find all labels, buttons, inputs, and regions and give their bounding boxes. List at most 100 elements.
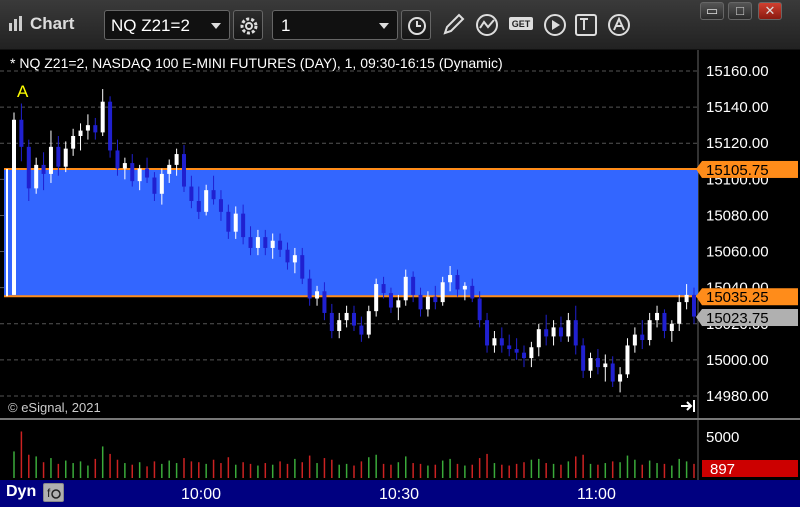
restore-button[interactable]: ▭ — [700, 2, 724, 20]
pencil-icon[interactable] — [440, 12, 468, 38]
candle-body — [344, 312, 349, 321]
candle-body — [425, 296, 430, 310]
restore-icon: ▭ — [705, 3, 719, 18]
range-band — [4, 168, 698, 297]
dynamic-settings-icon: f — [47, 486, 61, 500]
candle-body — [492, 338, 497, 346]
candle-body — [41, 164, 46, 174]
price-tick-label: 15120.00 — [706, 135, 769, 152]
candle-body — [218, 199, 223, 212]
candle-body — [108, 101, 113, 151]
candle-body — [189, 186, 194, 201]
symbol-settings-icon — [240, 17, 258, 35]
chevron-down-icon[interactable] — [379, 23, 389, 29]
price-tick-label: 15160.00 — [706, 63, 769, 80]
candle-body — [248, 237, 253, 248]
candle-body — [56, 146, 61, 167]
time-label-1100: 11:00 — [577, 486, 616, 503]
close-icon: ✕ — [764, 3, 776, 18]
chevron-down-icon[interactable] — [211, 23, 221, 29]
candle-body — [63, 148, 68, 167]
dyn-toggle-button[interactable]: f — [43, 483, 64, 502]
candle-body — [167, 164, 172, 174]
candle-body — [263, 237, 268, 248]
symbol-input[interactable]: NQ Z21=2 — [104, 10, 230, 40]
app-chart-icon — [9, 16, 22, 31]
candle-body — [226, 211, 231, 232]
candle-body — [322, 291, 327, 313]
maximize-button[interactable]: □ — [728, 2, 752, 20]
candle-body — [632, 334, 637, 346]
clock-icon — [408, 17, 426, 35]
candle-body — [78, 130, 83, 136]
candle-body — [610, 363, 615, 382]
candle-body — [455, 275, 460, 290]
candle-body — [329, 312, 334, 331]
candle-body — [462, 285, 467, 290]
candle-body — [196, 201, 201, 212]
candle-body — [233, 213, 238, 232]
candle-body — [204, 190, 209, 212]
symbol-settings-button[interactable] — [233, 10, 263, 40]
candle-body — [159, 173, 164, 194]
candle-body — [366, 311, 371, 335]
chart-header: * NQ Z21=2, NASDAQ 100 E-MINI FUTURES (D… — [10, 55, 503, 71]
candle-body — [684, 294, 689, 303]
text-tool-icon[interactable] — [574, 12, 602, 38]
close-button[interactable]: ✕ — [758, 2, 782, 20]
copyright-label: © eSignal, 2021 — [8, 400, 101, 415]
price-tick-label: 15060.00 — [706, 244, 769, 261]
candle-body — [692, 294, 696, 317]
candle-body — [381, 284, 386, 294]
candle-body — [411, 276, 416, 295]
candle-body — [352, 312, 356, 326]
candle-body — [100, 101, 105, 133]
candle-body — [595, 358, 600, 368]
candle-body — [211, 190, 216, 200]
alert-icon[interactable] — [606, 12, 634, 38]
interval-input[interactable]: 1 — [272, 10, 398, 40]
level-high-label: 15105.75 — [706, 162, 769, 179]
candle-body — [448, 275, 453, 283]
get-icon[interactable]: GET — [508, 12, 536, 38]
candle-body — [374, 284, 379, 312]
studies-icon[interactable] — [474, 12, 502, 38]
candle-body — [485, 320, 490, 346]
volume-tick-label: 5000 — [706, 429, 739, 446]
candle-body — [529, 347, 534, 359]
candle-body — [278, 240, 283, 250]
candle-body — [566, 320, 571, 337]
candle-body — [655, 312, 660, 321]
candle-body — [470, 285, 475, 299]
candle-body — [625, 345, 630, 375]
candle-body — [337, 320, 342, 331]
candle-body — [93, 125, 98, 133]
candle-body — [396, 300, 401, 308]
play-icon[interactable] — [542, 12, 570, 38]
candle-body — [307, 278, 312, 299]
candle-body — [647, 320, 652, 341]
candle-body — [130, 163, 135, 182]
candle-body — [85, 125, 90, 131]
candle-body — [12, 119, 16, 295]
candle-body — [315, 291, 320, 299]
candle-body — [618, 374, 623, 382]
candle-body — [115, 150, 120, 169]
candle-body — [270, 240, 275, 248]
candle-body — [241, 213, 246, 238]
time-label-1030: 10:30 — [379, 486, 420, 503]
candle-body — [403, 276, 408, 301]
price-tick-label: 15140.00 — [706, 99, 769, 116]
price-tick-label: 15080.00 — [706, 207, 769, 224]
interval-clock-button[interactable] — [401, 10, 431, 40]
candle-body — [292, 255, 297, 263]
price-tick-label: 15000.00 — [706, 352, 769, 369]
symbol-value: NQ Z21=2 — [111, 16, 190, 35]
price-chart[interactable]: 15160.0015140.0015120.0015100.0015080.00… — [0, 50, 800, 507]
candle-body — [388, 293, 393, 308]
candle-body — [152, 177, 157, 194]
candle-body — [558, 327, 563, 337]
candle-body — [514, 349, 519, 353]
svg-text:GET: GET — [512, 19, 531, 29]
candle-body — [477, 298, 482, 321]
